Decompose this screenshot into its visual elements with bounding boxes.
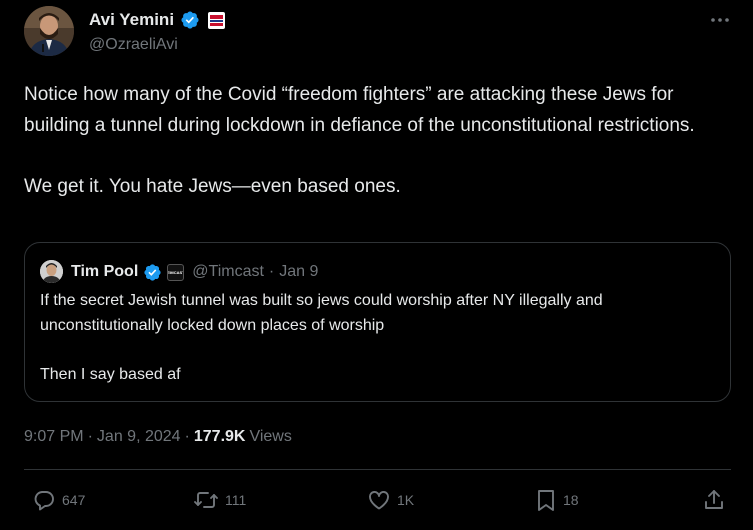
quoted-text: If the secret Jewish tunnel was built so… (40, 292, 603, 383)
author-avatar[interactable] (24, 6, 74, 56)
verified-badge-icon[interactable] (180, 10, 200, 30)
divider (24, 469, 731, 470)
share-button[interactable] (702, 485, 726, 515)
share-icon (705, 490, 723, 509)
more-options-button[interactable] (706, 8, 734, 32)
quoted-handle: @Timcast (192, 263, 264, 280)
author-display-name[interactable]: Avi Yemini (89, 10, 174, 30)
author-handle[interactable]: @OzraeliAvi (89, 36, 178, 54)
bookmark-icon (538, 490, 554, 511)
rebel-news-logo-icon (210, 14, 224, 26)
like-button[interactable]: 1K (367, 485, 414, 515)
repost-icon (194, 492, 218, 508)
post-date[interactable]: Jan 9, 2024 (97, 428, 181, 446)
verified-badge-icon[interactable] (143, 263, 162, 282)
quoted-header: Tim Pool TIMCAST @Timcast · Jan 9 (71, 261, 318, 283)
quoted-author-avatar[interactable] (40, 260, 63, 283)
views-label: Views (249, 428, 292, 445)
views-count: 177.9K (193, 428, 246, 445)
meta-separator: · (87, 428, 93, 445)
post-text: Notice how many of the Covid “freedom fi… (24, 84, 695, 197)
quoted-separator: · (268, 263, 275, 280)
reply-button[interactable]: 647 (32, 485, 85, 515)
quoted-date[interactable]: Jan 9 (279, 263, 318, 281)
quoted-display-name[interactable]: Tim Pool (71, 263, 138, 281)
meta-separator: · (184, 428, 190, 445)
heart-icon (369, 491, 389, 510)
post-meta: 9:07 PM · Jan 9, 2024 · 177.9K Views (24, 428, 292, 446)
post-time[interactable]: 9:07 PM (24, 428, 84, 446)
author-name-row: Avi Yemini (89, 9, 226, 31)
reply-icon (34, 491, 54, 511)
repost-button[interactable]: 111 (193, 485, 246, 515)
timcast-affiliation-icon[interactable]: TIMCAST (167, 263, 185, 281)
post-card: Avi Yemini @OzraeliAvi Notice how many o… (0, 0, 753, 530)
author-photo-icon (24, 6, 74, 56)
quoted-post[interactable]: Tim Pool TIMCAST @Timcast · Jan 9 If the… (24, 242, 731, 402)
repost-count: 111 (225, 492, 247, 508)
bookmark-count: 18 (563, 492, 579, 508)
quoted-author-photo-icon (40, 260, 63, 283)
more-dots-icon (711, 18, 729, 22)
bookmark-button[interactable]: 18 (535, 485, 579, 515)
like-count: 1K (397, 492, 415, 508)
affiliation-badge-icon[interactable] (208, 11, 226, 29)
reply-count: 647 (62, 492, 86, 508)
